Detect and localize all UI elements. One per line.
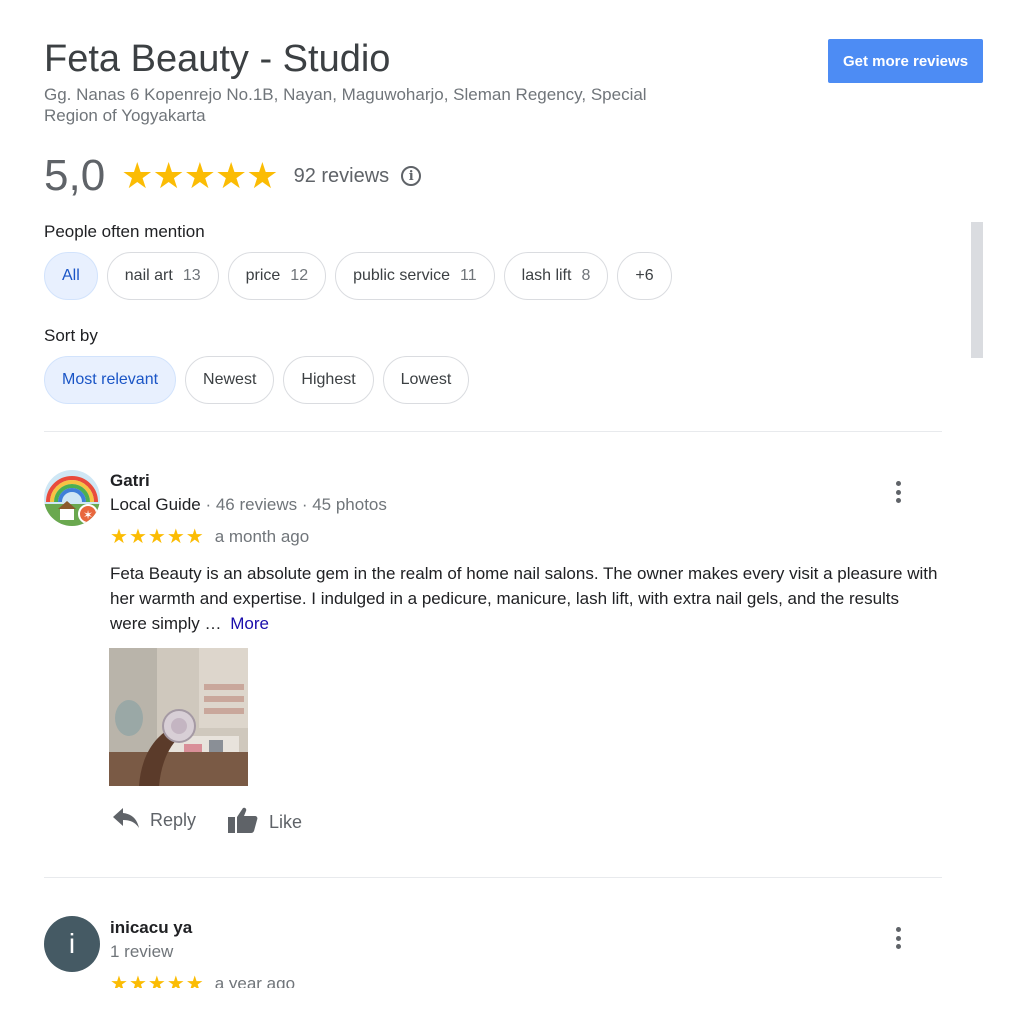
- divider: [44, 877, 942, 878]
- chip-count: 11: [460, 267, 477, 284]
- reviewer-name[interactable]: Gatri: [110, 471, 150, 491]
- like-label: Like: [269, 812, 303, 832]
- clip-mask: [0, 988, 1024, 1024]
- chip-lash-lift[interactable]: lash lift 8: [503, 252, 609, 300]
- reviewer-meta: Local Guide · 46 reviews · 45 photos: [110, 495, 387, 515]
- star-icon: ★: [110, 526, 128, 548]
- chip-nail-art[interactable]: nail art 13: [106, 252, 219, 300]
- chip-more-topics[interactable]: +6: [617, 252, 672, 300]
- info-icon[interactable]: i: [401, 166, 422, 186]
- mentions-label: People often mention: [44, 222, 205, 241]
- star-icon: ★: [121, 155, 154, 196]
- chip-label: lash lift: [521, 267, 572, 284]
- chip-label: nail art: [124, 267, 173, 284]
- reply-button[interactable]: Reply: [112, 806, 196, 835]
- business-address: Gg. Nanas 6 Kopenrejo No.1B, Nayan, Magu…: [44, 85, 647, 125]
- reviewer-stats: 1 review: [110, 942, 174, 961]
- star-icon: ★: [166, 526, 185, 548]
- rating-score: 5,0: [44, 151, 106, 200]
- review-time: a month ago: [214, 527, 310, 546]
- chip-label: All: [62, 267, 80, 284]
- star-icon: ★: [147, 526, 166, 548]
- sort-highest[interactable]: Highest: [283, 356, 374, 404]
- chip-count: 12: [290, 267, 309, 284]
- chip-count: 8: [581, 267, 591, 284]
- star-icon: ★: [185, 526, 204, 548]
- sort-lowest[interactable]: Lowest: [382, 356, 470, 404]
- reply-label: Reply: [150, 810, 197, 830]
- review-photo[interactable]: [109, 648, 248, 786]
- rating-stars: ★ ★ ★ ★ ★: [121, 155, 279, 196]
- avatar[interactable]: ✶: [44, 470, 100, 526]
- get-more-reviews-button[interactable]: Get more reviews: [828, 39, 983, 83]
- like-button[interactable]: Like: [227, 806, 302, 839]
- review-count[interactable]: 92 reviews: [294, 165, 390, 188]
- mention-chips: All nail art 13 price 12 public service …: [44, 252, 672, 300]
- star-icon: ★: [215, 155, 248, 196]
- chip-all[interactable]: All: [44, 252, 98, 300]
- more-options-icon[interactable]: [888, 924, 908, 952]
- star-icon: ★: [246, 155, 279, 196]
- avatar[interactable]: i: [44, 916, 100, 972]
- business-title: Feta Beauty - Studio: [44, 38, 391, 80]
- review-text: Feta Beauty is an absolute gem in the re…: [110, 561, 940, 636]
- more-options-icon[interactable]: [888, 478, 908, 506]
- sort-newest[interactable]: Newest: [185, 356, 275, 404]
- reply-icon: [112, 806, 140, 835]
- svg-text:✶: ✶: [83, 508, 93, 522]
- divider: [44, 431, 942, 432]
- sort-label: Sort by: [44, 326, 98, 345]
- sort-most-relevant[interactable]: Most relevant: [44, 356, 177, 404]
- reviewer-stats: · 46 reviews · 45 photos: [200, 495, 387, 514]
- chip-price[interactable]: price 12: [227, 252, 327, 300]
- star-icon: ★: [128, 526, 147, 548]
- scrollbar[interactable]: [971, 222, 983, 358]
- local-guide-label: Local Guide: [110, 495, 201, 514]
- more-link[interactable]: More: [230, 614, 269, 633]
- avatar-letter: i: [68, 928, 76, 959]
- reviewer-name[interactable]: inicacu ya: [110, 918, 192, 938]
- chip-public-service[interactable]: public service 11: [335, 252, 495, 300]
- rating-summary: 5,0 ★ ★ ★ ★ ★ 92 reviews i: [44, 148, 422, 204]
- star-icon: ★: [152, 155, 185, 196]
- chip-label: +6: [635, 267, 654, 284]
- thumbs-up-icon: [227, 806, 259, 839]
- sort-chips: Most relevant Newest Highest Lowest: [44, 356, 470, 404]
- review-rating: ★ ★ ★ ★ ★ a month ago: [110, 527, 309, 547]
- star-icon: ★: [183, 155, 217, 196]
- chip-label: public service: [353, 267, 451, 284]
- chip-count: 13: [182, 267, 201, 284]
- chip-label: price: [245, 267, 281, 284]
